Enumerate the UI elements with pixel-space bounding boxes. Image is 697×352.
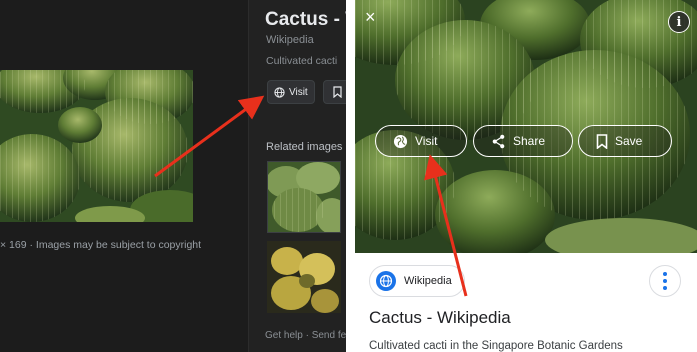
desktop-image-viewer: × 169 · Images may be subject to copyrig… [0, 0, 346, 352]
visit-button[interactable]: Visit [267, 80, 315, 104]
more-options-icon[interactable] [649, 265, 681, 297]
visit-label: Visit [415, 134, 438, 148]
result-title[interactable]: Cactus - Wi [265, 9, 346, 31]
related-image-thumbnail[interactable] [267, 241, 341, 313]
mobile-image-viewer: × i Visit Share Save Wikipedia Cactus - … [355, 0, 697, 352]
globe-icon [393, 134, 408, 148]
bookmark-icon [596, 133, 608, 149]
image-caption: × 169 · Images may be subject to copyrig… [0, 239, 202, 251]
composite-screenshot: × 169 · Images may be subject to copyrig… [0, 0, 697, 352]
related-image-thumbnail[interactable] [267, 161, 341, 233]
info-icon[interactable]: i [668, 11, 690, 33]
share-button[interactable]: Share [473, 125, 573, 157]
globe-icon [274, 86, 285, 98]
save-label: Save [615, 134, 643, 148]
save-button[interactable]: Save [578, 125, 672, 157]
panel-divider [248, 0, 249, 352]
close-icon[interactable]: × [365, 8, 376, 26]
result-description: Cultivated cacti [266, 55, 338, 67]
save-button[interactable] [323, 80, 346, 104]
visit-button[interactable]: Visit [375, 125, 467, 157]
result-description: Cultivated cacti in the Singapore Botani… [369, 340, 623, 352]
bookmark-icon [333, 86, 342, 98]
cactus-photo-graphic [0, 70, 193, 222]
source-chip-label: Wikipedia [404, 275, 452, 287]
result-source[interactable]: Wikipedia [266, 34, 314, 46]
related-images-heading: Related images [266, 141, 343, 153]
footer-links[interactable]: Get help · Send fe [265, 330, 346, 341]
wikipedia-globe-icon [376, 271, 396, 291]
cactus-image[interactable] [0, 70, 193, 222]
cactus-thumbnail-graphic [267, 241, 341, 313]
visit-label: Visit [289, 86, 308, 98]
cactus-thumbnail-graphic [268, 162, 340, 232]
share-icon [492, 134, 505, 148]
share-label: Share [513, 134, 546, 148]
source-chip[interactable]: Wikipedia [369, 265, 465, 297]
result-title[interactable]: Cactus - Wikipedia [369, 308, 511, 328]
